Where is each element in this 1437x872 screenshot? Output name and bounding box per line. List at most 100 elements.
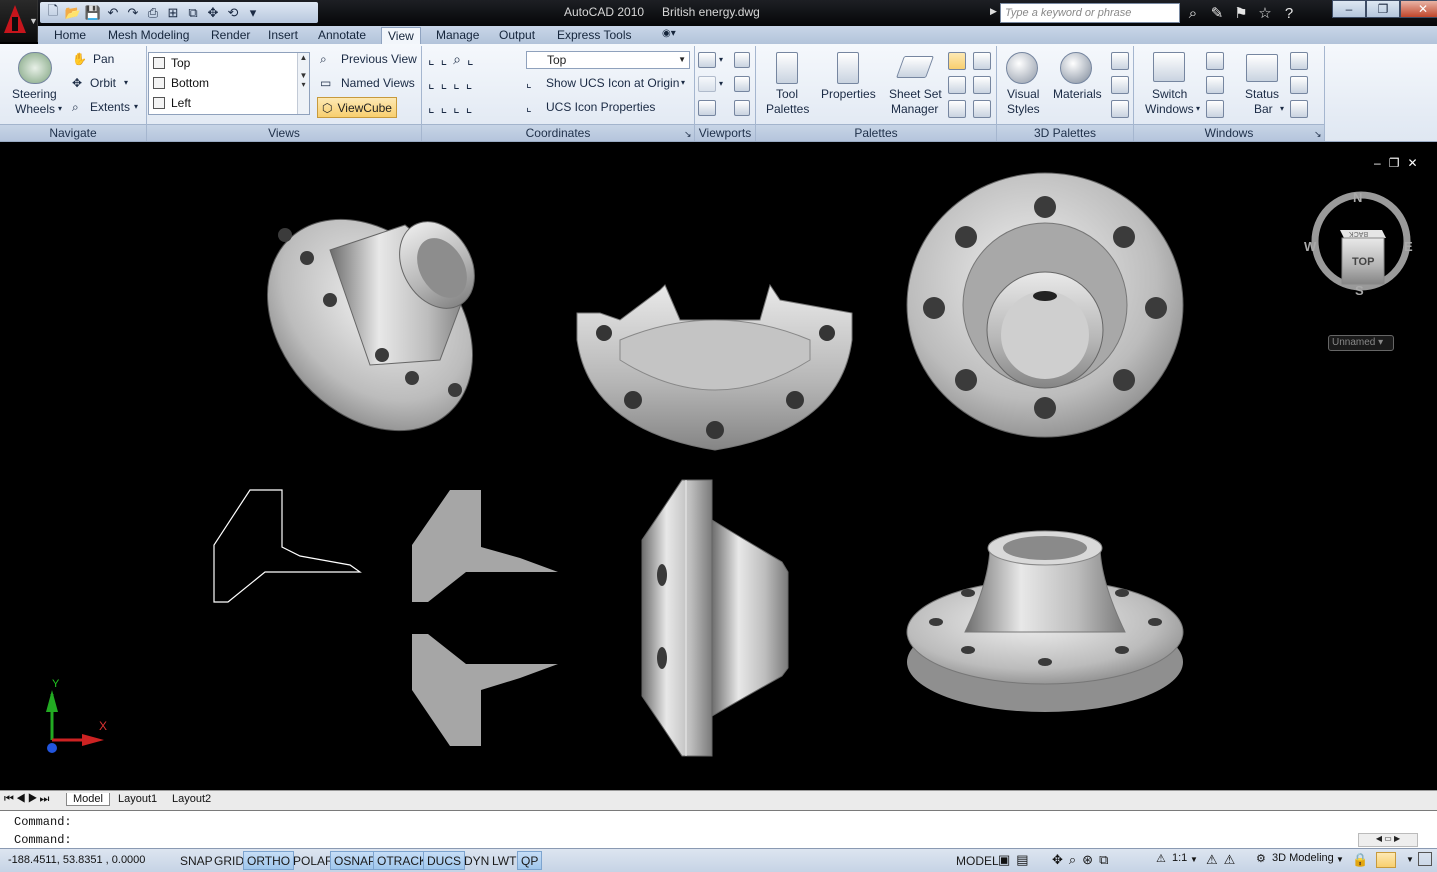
command-line-icon[interactable] bbox=[1290, 52, 1308, 70]
tab-express-tools[interactable]: Express Tools bbox=[551, 27, 637, 44]
ucs-menu[interactable]: Unnamed ▾ bbox=[1328, 335, 1394, 351]
subscription-center-icon[interactable]: ✎ bbox=[1208, 4, 1226, 22]
customize-qat-icon[interactable]: ▾ bbox=[244, 5, 262, 21]
ortho-toggle[interactable]: ORTHO bbox=[243, 851, 295, 870]
status-bar-label[interactable]: Status bbox=[1245, 86, 1279, 102]
sun-icon[interactable] bbox=[1111, 100, 1129, 118]
tile-horizontal-icon[interactable] bbox=[1206, 52, 1224, 70]
quick-view-icons[interactable]: ▣▤ bbox=[998, 852, 1035, 868]
palette-toggle-icon[interactable] bbox=[948, 100, 966, 118]
palette-toggle-icon[interactable] bbox=[973, 100, 991, 118]
materials-icon[interactable] bbox=[1060, 52, 1092, 84]
extents-button[interactable]: Extents bbox=[90, 99, 130, 115]
list-item[interactable]: Left bbox=[149, 93, 309, 113]
show-ucs-icon-button[interactable]: Show UCS Icon at Origin bbox=[546, 75, 679, 91]
annotation-scale-icon[interactable]: ⚠ bbox=[1156, 852, 1166, 865]
previous-view-button[interactable]: Previous View bbox=[341, 51, 417, 67]
layout-nav-arrows[interactable]: ⏮◀▶⏭ bbox=[4, 793, 51, 806]
chevron-down-icon[interactable]: ▾ bbox=[719, 76, 723, 92]
chevron-down-icon[interactable]: ▾ bbox=[681, 75, 685, 91]
steering-wheels-label-2[interactable]: Wheels bbox=[15, 101, 55, 117]
tab-render[interactable]: Render bbox=[205, 27, 256, 44]
tool-palettes-icon[interactable] bbox=[776, 52, 798, 84]
command-input[interactable]: Command: bbox=[14, 833, 72, 847]
viewport-minimize-icon[interactable]: – bbox=[1374, 156, 1381, 170]
visual-styles-label-2[interactable]: Styles bbox=[1007, 101, 1040, 117]
named-viewports-icon[interactable] bbox=[734, 76, 750, 92]
chevron-down-icon[interactable]: ▼ bbox=[1190, 855, 1198, 864]
previous-view-icon[interactable]: ⌕ bbox=[320, 51, 327, 67]
tile-vertical-icon[interactable] bbox=[1206, 76, 1224, 94]
binoculars-icon[interactable]: ⌕ bbox=[1184, 4, 1202, 22]
orbit-button[interactable]: Orbit bbox=[90, 75, 116, 91]
tab-model[interactable]: Model bbox=[66, 793, 110, 806]
model-space-button[interactable]: MODEL bbox=[952, 851, 1003, 870]
compass-south-label[interactable]: S bbox=[1355, 283, 1364, 298]
viewport-restore-icon[interactable]: ❐ bbox=[1389, 156, 1400, 170]
pan-icon[interactable]: ✋ bbox=[72, 51, 87, 67]
ribbon-options-icon[interactable]: ◉▾ bbox=[656, 27, 682, 44]
list-item[interactable]: Top bbox=[149, 53, 309, 73]
communication-center-icon[interactable]: ⚑ bbox=[1232, 4, 1250, 22]
tool-palettes-label-2[interactable]: Palettes bbox=[766, 101, 809, 117]
visual-styles-icon[interactable] bbox=[1006, 52, 1038, 84]
panel-expander-icon[interactable]: ↘ bbox=[1314, 126, 1322, 142]
visual-styles-label[interactable]: Visual bbox=[1007, 86, 1039, 102]
clean-screen-icon[interactable] bbox=[1418, 852, 1432, 866]
ucs-tools-row-3[interactable]: ⌞⌞⌞⌞ bbox=[428, 99, 478, 115]
redo-icon[interactable]: ↷ bbox=[124, 5, 142, 21]
named-views-button[interactable]: Named Views bbox=[341, 75, 415, 91]
join-viewports-icon[interactable] bbox=[698, 100, 716, 116]
viewcube-back-label[interactable]: BACK bbox=[1349, 230, 1368, 237]
viewport-clip-icon[interactable] bbox=[698, 76, 716, 92]
ucs-icon-toggle-icon[interactable] bbox=[1290, 76, 1308, 94]
text-window-icon[interactable] bbox=[1290, 100, 1308, 118]
chevron-down-icon[interactable]: ▾ bbox=[124, 75, 128, 91]
help-icon[interactable]: ? bbox=[1280, 4, 1298, 22]
tab-output[interactable]: Output bbox=[493, 27, 541, 44]
ucs-icon-properties-button[interactable]: UCS Icon Properties bbox=[546, 99, 655, 115]
qp-toggle[interactable]: QP bbox=[517, 851, 543, 870]
compass-east-label[interactable]: E bbox=[1404, 239, 1413, 254]
zoom-extents-icon[interactable]: ⌕ bbox=[72, 99, 79, 115]
flange-iso-view[interactable] bbox=[226, 178, 515, 471]
publish-icon[interactable]: ⊞ bbox=[164, 5, 182, 21]
viewport-config-icon[interactable] bbox=[698, 52, 716, 68]
flange-profile-solid-top[interactable] bbox=[412, 490, 558, 602]
undo-icon[interactable]: ↶ bbox=[104, 5, 122, 21]
open-icon[interactable]: 📂 bbox=[64, 5, 82, 21]
save-icon[interactable]: 💾 bbox=[84, 5, 102, 21]
switch-windows-label-2[interactable]: Windows bbox=[1145, 101, 1194, 117]
orbit-icon[interactable]: ✥ bbox=[72, 75, 82, 91]
restore-button[interactable]: ❐ bbox=[1366, 0, 1400, 18]
viewcube-toggle-button[interactable]: ⬡ ViewCube bbox=[317, 97, 397, 118]
flange-section-view[interactable] bbox=[576, 283, 853, 451]
compass-west-label[interactable]: W bbox=[1304, 239, 1316, 254]
palette-toggle-icon[interactable] bbox=[948, 76, 966, 94]
materials-button[interactable]: Materials bbox=[1053, 86, 1102, 102]
chevron-down-icon[interactable]: ▼ bbox=[1406, 855, 1414, 864]
favorites-star-icon[interactable]: ☆ bbox=[1256, 4, 1274, 22]
tab-annotate[interactable]: Annotate bbox=[312, 27, 372, 44]
tab-layout2[interactable]: Layout2 bbox=[172, 793, 211, 805]
list-item[interactable]: Bottom bbox=[149, 73, 309, 93]
palette-toggle-icon[interactable] bbox=[973, 76, 991, 94]
plot-icon[interactable]: ⎙ bbox=[144, 5, 162, 21]
tab-insert[interactable]: Insert bbox=[262, 27, 304, 44]
chevron-down-icon[interactable]: ▾ bbox=[134, 99, 138, 115]
render-icon[interactable] bbox=[1111, 76, 1129, 94]
switch-windows-icon[interactable] bbox=[1153, 52, 1185, 82]
cascade-icon[interactable] bbox=[1206, 100, 1224, 118]
tab-layout1[interactable]: Layout1 bbox=[118, 793, 157, 805]
annotation-visibility-icons[interactable]: ⚠⚠ bbox=[1206, 852, 1241, 868]
viewcube-top-face[interactable]: TOP bbox=[1352, 256, 1374, 268]
tab-view[interactable]: View bbox=[381, 27, 421, 44]
new-viewport-icon[interactable] bbox=[734, 52, 750, 68]
command-scrollbar[interactable]: ◀ ▭ ▶ bbox=[1358, 833, 1418, 847]
sheet-set-label[interactable]: Sheet Set bbox=[889, 86, 942, 102]
navigation-tools-icons[interactable]: ✥⌕⊛⧉ bbox=[1052, 852, 1114, 868]
status-bar-icon[interactable] bbox=[1246, 54, 1278, 82]
expand-search-icon[interactable]: ▶ bbox=[990, 6, 997, 17]
sheet-set-label-2[interactable]: Manager bbox=[891, 101, 938, 117]
palette-toggle-icon[interactable] bbox=[973, 52, 991, 70]
